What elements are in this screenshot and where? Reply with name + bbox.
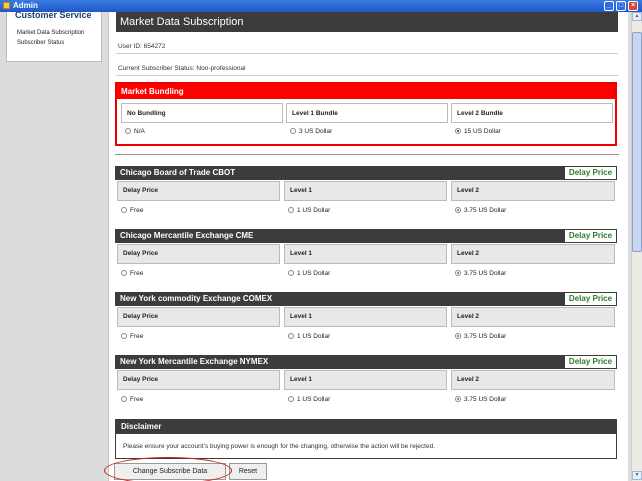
market-bundling-title: Market Bundling (117, 84, 615, 99)
radio-icon[interactable] (288, 396, 294, 402)
radio-icon[interactable] (125, 128, 131, 134)
scroll-down-icon[interactable]: ▼ (632, 471, 642, 480)
radio-icon[interactable] (121, 333, 127, 339)
exchange-section-cbot: Chicago Board of Trade CBOT Delay Price … (115, 166, 617, 224)
bundle-option-level2[interactable]: 15 US Dollar (455, 128, 501, 135)
sidebar-item-subscriber-status[interactable]: Subscriber Status (17, 40, 64, 46)
scroll-up-icon[interactable]: ▲ (632, 12, 642, 21)
disclaimer-text: Please ensure your account's buying powe… (123, 443, 435, 450)
radio-selected-icon[interactable] (455, 128, 461, 134)
market-bundling-panel: Market Bundling No Bundling Level 1 Bund… (115, 82, 617, 146)
radio-icon[interactable] (288, 207, 294, 213)
disclaimer-title: Disclaimer (116, 420, 616, 434)
exchange-section-nymex: New York Mercantile Exchange NYMEX Delay… (115, 355, 617, 413)
option-level1[interactable]: 1 US Dollar (288, 333, 330, 340)
disclaimer-panel: Disclaimer Please ensure your account's … (115, 419, 617, 459)
option-level1[interactable]: 1 US Dollar (288, 207, 330, 214)
exchange-title: Chicago Mercantile Exchange CME (115, 229, 564, 243)
delay-price-badge: Delay Price (564, 229, 617, 243)
column-level2: Level 2 (451, 181, 615, 201)
option-free[interactable]: Free (121, 333, 143, 340)
column-delay-price: Delay Price (117, 307, 280, 327)
bundle-column-level2: Level 2 Bundle (451, 103, 613, 123)
column-delay-price: Delay Price (117, 370, 280, 390)
reset-button[interactable]: Reset (229, 463, 267, 480)
column-level2: Level 2 (451, 370, 615, 390)
highlight-annotation (104, 457, 232, 481)
option-level2[interactable]: 3.75 US Dollar (455, 396, 506, 403)
sidebar-heading: Customer Service (15, 10, 92, 20)
bundle-column-level1: Level 1 Bundle (286, 103, 448, 123)
sidebar-item-market-data-subscription[interactable]: Market Data Subscription (17, 30, 84, 36)
option-level2[interactable]: 3.75 US Dollar (455, 333, 506, 340)
exchange-title: New York Mercantile Exchange NYMEX (115, 355, 564, 369)
page-title: Market Data Subscription (116, 12, 618, 32)
sidebar: Customer Service Market Data Subscriptio… (6, 10, 102, 62)
window-title: Admin (13, 1, 38, 10)
column-level2: Level 2 (451, 307, 615, 327)
column-level1: Level 1 (284, 181, 447, 201)
bundle-column-no-bundling: No Bundling (121, 103, 283, 123)
delay-price-badge: Delay Price (564, 166, 617, 180)
option-level2[interactable]: 3.75 US Dollar (455, 207, 506, 214)
bundle-option-na[interactable]: N/A (125, 128, 145, 135)
column-level1: Level 1 (284, 307, 447, 327)
option-free[interactable]: Free (121, 207, 143, 214)
subscriber-status: Current Subscriber Status: Non-professio… (116, 60, 618, 76)
radio-selected-icon[interactable] (455, 270, 461, 276)
radio-icon[interactable] (290, 128, 296, 134)
exchange-title: Chicago Board of Trade CBOT (115, 166, 564, 180)
maximize-icon[interactable]: □ (616, 1, 626, 11)
column-level1: Level 1 (284, 370, 447, 390)
radio-selected-icon[interactable] (455, 207, 461, 213)
column-delay-price: Delay Price (117, 244, 280, 264)
option-free[interactable]: Free (121, 396, 143, 403)
admin-app-icon (3, 2, 10, 9)
close-icon[interactable]: × (628, 1, 638, 11)
user-id: User ID: 654272 (116, 38, 618, 54)
column-level2: Level 2 (451, 244, 615, 264)
column-delay-price: Delay Price (117, 181, 280, 201)
scroll-thumb[interactable] (632, 32, 642, 252)
exchange-section-comex: New York commodity Exchange COMEX Delay … (115, 292, 617, 350)
radio-icon[interactable] (121, 396, 127, 402)
exchange-section-cme: Chicago Mercantile Exchange CME Delay Pr… (115, 229, 617, 287)
window-title-bar: Admin _ □ × (0, 0, 642, 12)
section-divider (115, 154, 619, 155)
vertical-scrollbar[interactable]: ▲ ▼ (631, 12, 642, 481)
delay-price-badge: Delay Price (564, 292, 617, 306)
delay-price-badge: Delay Price (564, 355, 617, 369)
option-level1[interactable]: 1 US Dollar (288, 270, 330, 277)
exchange-title: New York commodity Exchange COMEX (115, 292, 564, 306)
radio-selected-icon[interactable] (455, 396, 461, 402)
option-level1[interactable]: 1 US Dollar (288, 396, 330, 403)
radio-icon[interactable] (121, 207, 127, 213)
radio-icon[interactable] (288, 333, 294, 339)
minimize-icon[interactable]: _ (604, 1, 614, 11)
column-level1: Level 1 (284, 244, 447, 264)
radio-icon[interactable] (288, 270, 294, 276)
radio-selected-icon[interactable] (455, 333, 461, 339)
option-level2[interactable]: 3.75 US Dollar (455, 270, 506, 277)
option-free[interactable]: Free (121, 270, 143, 277)
bundle-option-level1[interactable]: 3 US Dollar (290, 128, 332, 135)
radio-icon[interactable] (121, 270, 127, 276)
